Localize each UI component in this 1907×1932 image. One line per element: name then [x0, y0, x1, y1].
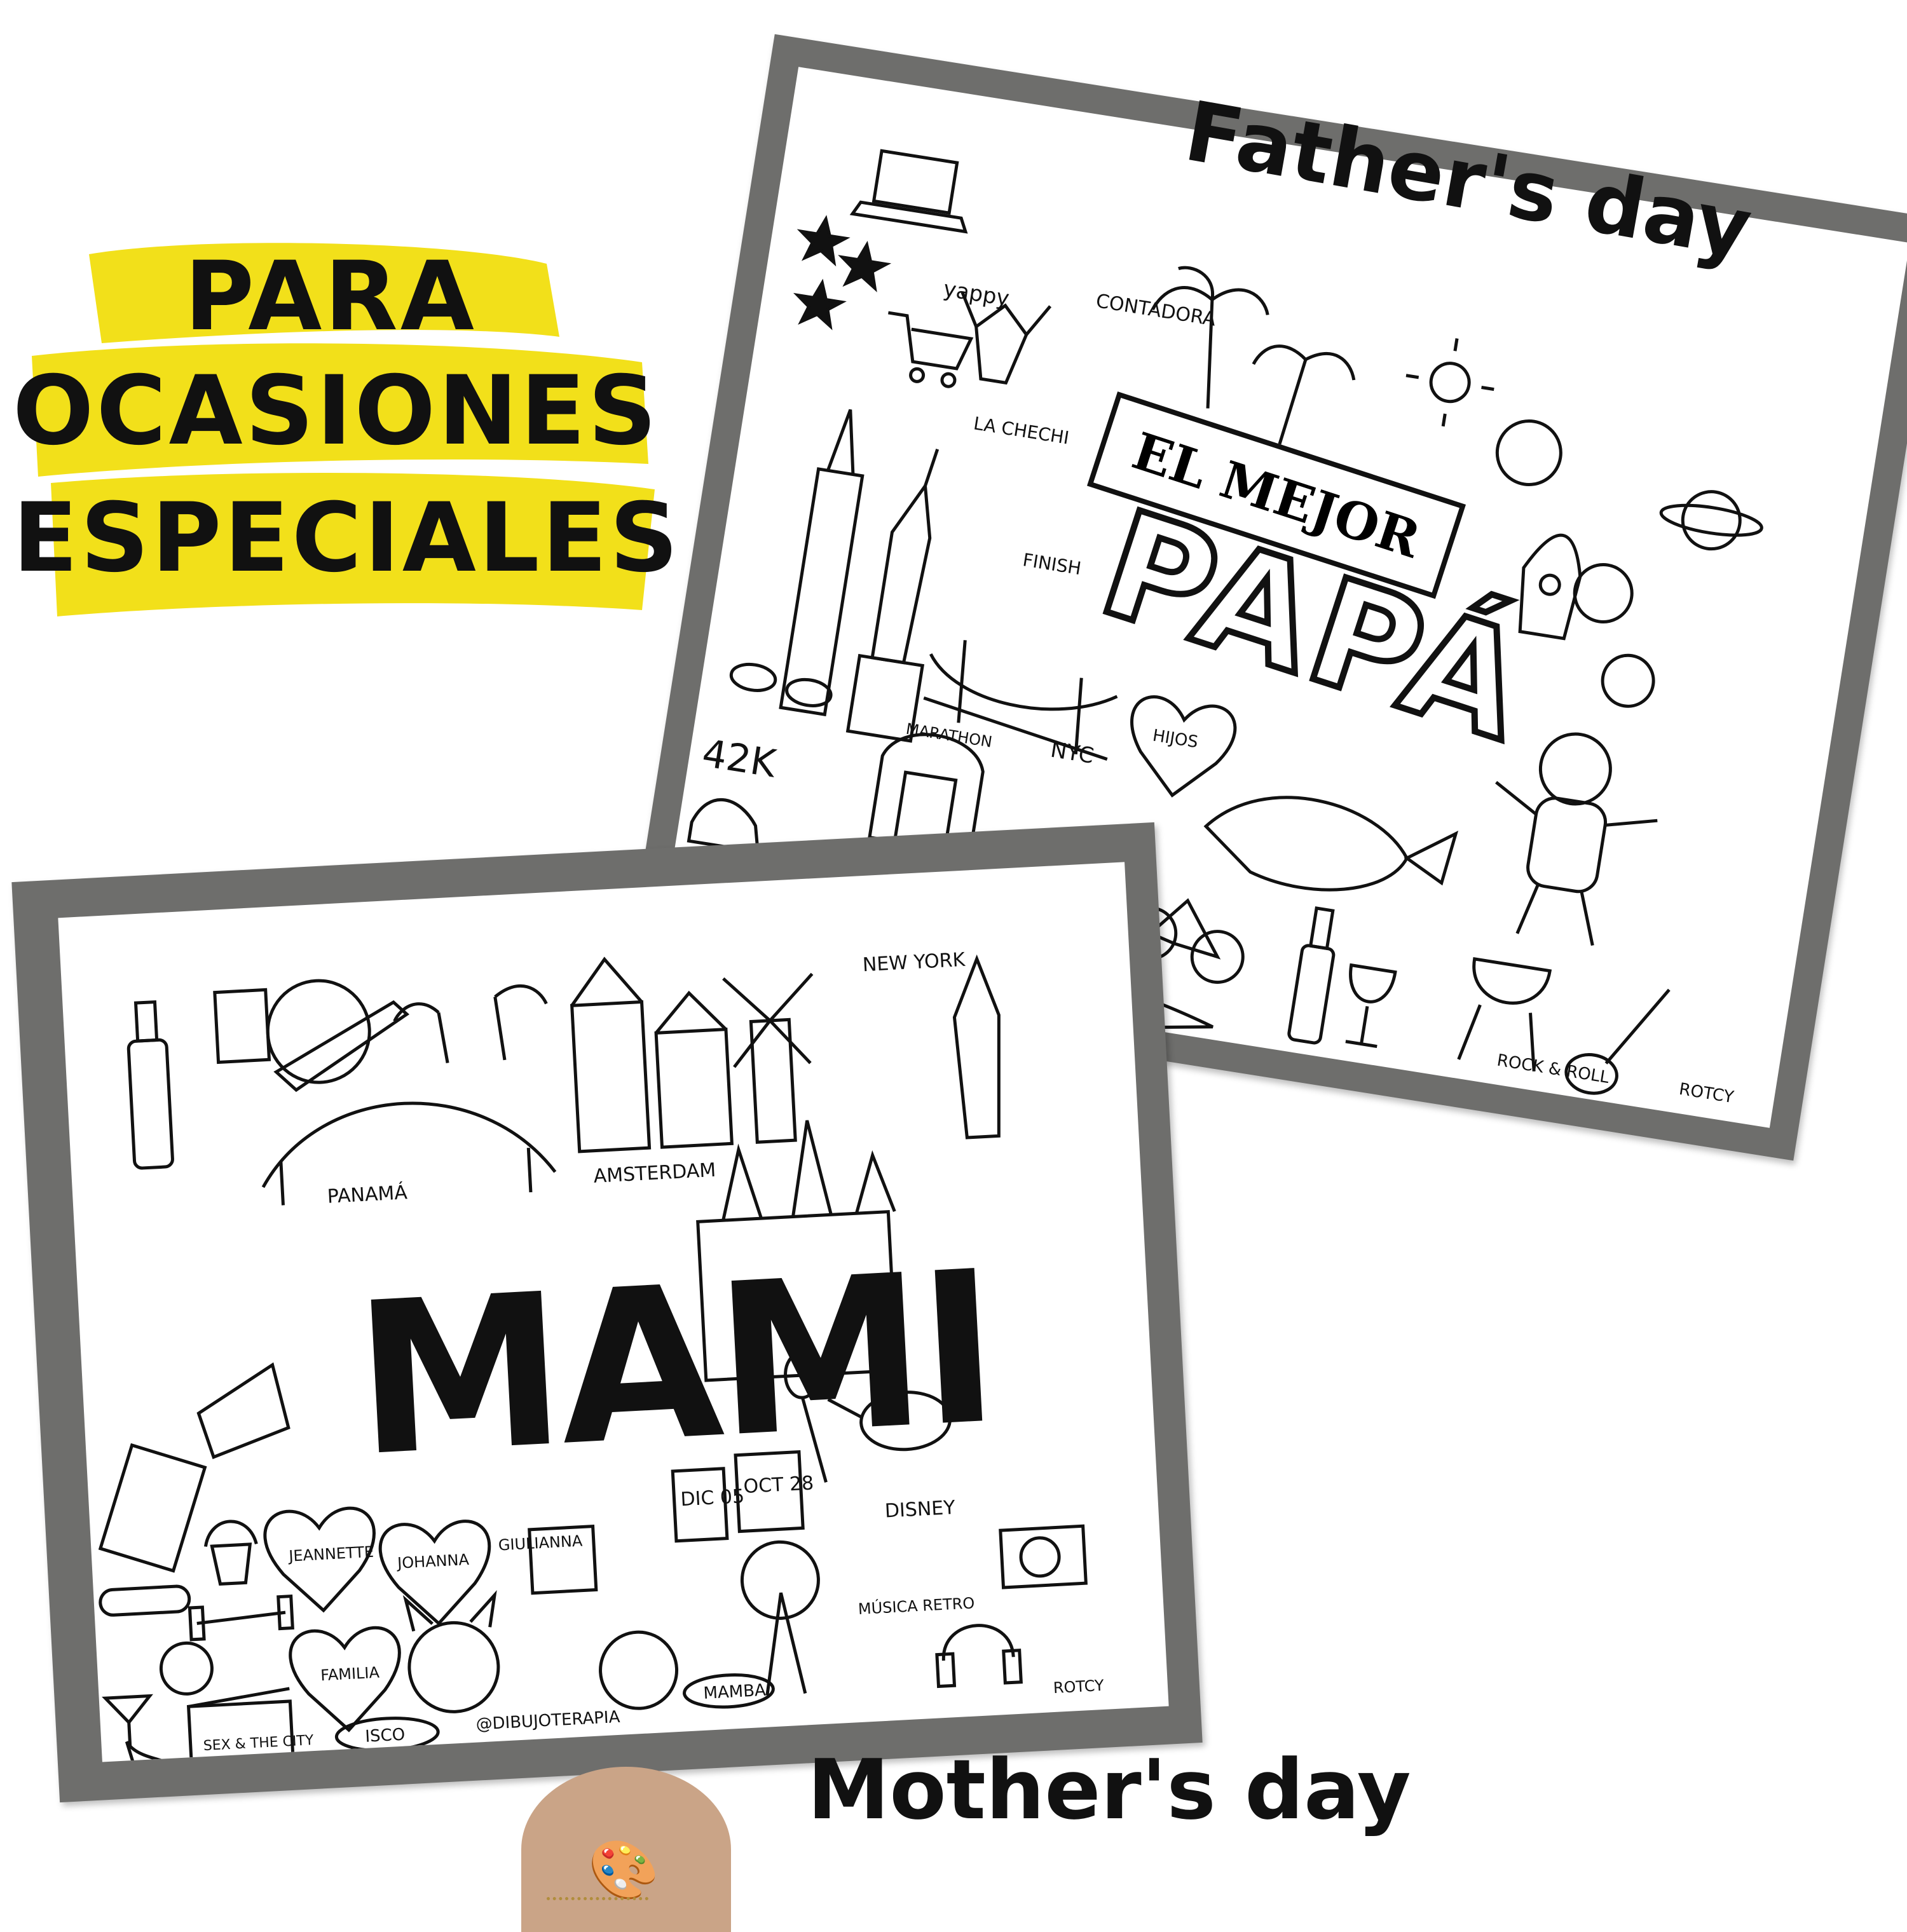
- statue-of-liberty-icon: [952, 954, 1001, 1139]
- label-contadora: CONTADORA: [1095, 290, 1218, 330]
- palette-icon: 🎨: [588, 1839, 660, 1902]
- record-player-icon: [999, 1524, 1088, 1589]
- palm-tree-icon: [393, 984, 548, 1064]
- label-panama: PANAMÁ: [327, 1181, 408, 1208]
- yoga-mat-icon: [99, 1584, 191, 1617]
- mami-artwork: PANAMÁ AMSTERDAM NEW YORK DISNEY JEANNET…: [58, 862, 1169, 1762]
- martini-icon: [102, 1694, 153, 1748]
- headline-line-2: OCASIONES: [13, 356, 660, 466]
- french-bulldog-icon: [599, 1630, 679, 1710]
- label-mamba: MAMBA: [703, 1681, 767, 1703]
- mami-title: MAMI: [350, 1225, 999, 1503]
- planet-icon: [1573, 562, 1655, 708]
- headline-line-1: PARA: [184, 242, 477, 352]
- laptop-icon: [849, 149, 968, 234]
- headline-line-3: ESPECIALES: [13, 483, 681, 594]
- label-isco: ISCO: [365, 1725, 406, 1746]
- dumbbell-icon: [188, 1595, 294, 1642]
- label-marathon: MARATHON: [905, 720, 994, 751]
- label-amsterdam: AMSTERDAM: [593, 1159, 716, 1188]
- label-familia: FAMILIA: [320, 1664, 381, 1685]
- passport-icon: [213, 988, 271, 1065]
- heart-icon: [378, 1520, 491, 1626]
- cupcake-icon: [203, 1520, 258, 1586]
- wine-glass-icon: [1345, 963, 1397, 1049]
- guitar-icon: [1564, 988, 1671, 1095]
- headphones-icon: [935, 1624, 1023, 1689]
- shopping-cart-icon: [888, 311, 974, 388]
- planet-icon: [1495, 419, 1763, 551]
- label-yappy: yappy: [941, 276, 1011, 311]
- sun-icon: [1405, 338, 1494, 427]
- label-rotcy: ROTCY: [1678, 1080, 1735, 1107]
- mami-frame: PANAMÁ AMSTERDAM NEW YORK DISNEY JEANNET…: [11, 822, 1203, 1803]
- label-sex-the-city: SEX & THE CITY: [203, 1732, 314, 1754]
- label-giulianna: GIULIANNA: [498, 1532, 583, 1554]
- french-bulldog-icon: [402, 1590, 500, 1713]
- astronaut-icon: [1495, 732, 1658, 946]
- cake-icon: [196, 1362, 290, 1459]
- label-la-chechi: LA CHECHI: [972, 412, 1070, 448]
- label-hijos: HIJOS: [1151, 726, 1200, 752]
- high-heel-icon: [125, 1741, 215, 1762]
- wine-bottle-icon: [126, 1000, 174, 1170]
- label-musica-retro: MÚSICA RETRO: [858, 1593, 975, 1618]
- palm-tree-icon: [1151, 266, 1269, 409]
- star-icon: [793, 215, 892, 330]
- chocolate-icon: [98, 1443, 207, 1573]
- label-johanna: JOHANNA: [395, 1551, 470, 1572]
- tree-icon: [740, 1540, 820, 1696]
- label-jeannette: JEANNETTE: [287, 1543, 374, 1565]
- label-new-york: NEW YORK: [862, 949, 966, 976]
- mother-label: Mother's day: [807, 1741, 1411, 1838]
- label-dibujoterapia: @DIBUJOTERAPIA: [475, 1708, 620, 1734]
- wine-bottle-icon: [1287, 906, 1336, 1045]
- label-rotcy: ROTCY: [1053, 1677, 1105, 1697]
- headline-block: PARA OCASIONES ESPECIALES: [13, 229, 681, 636]
- label-disney: DISNEY: [884, 1497, 956, 1523]
- kettlebell-icon: [159, 1641, 214, 1696]
- label-dic-05: DIC 05: [680, 1485, 745, 1511]
- label-nyc: NYC: [1049, 737, 1096, 769]
- bridge-icon: [261, 1101, 557, 1206]
- label-42k: 42K: [699, 731, 780, 786]
- statue-of-liberty-icon: [845, 449, 940, 743]
- bracelet: [547, 1897, 648, 1907]
- label-finish: FINISH: [1022, 549, 1083, 579]
- whale-icon: [1203, 796, 1459, 892]
- houses-icon: [570, 956, 734, 1153]
- windmill-icon: [722, 972, 814, 1144]
